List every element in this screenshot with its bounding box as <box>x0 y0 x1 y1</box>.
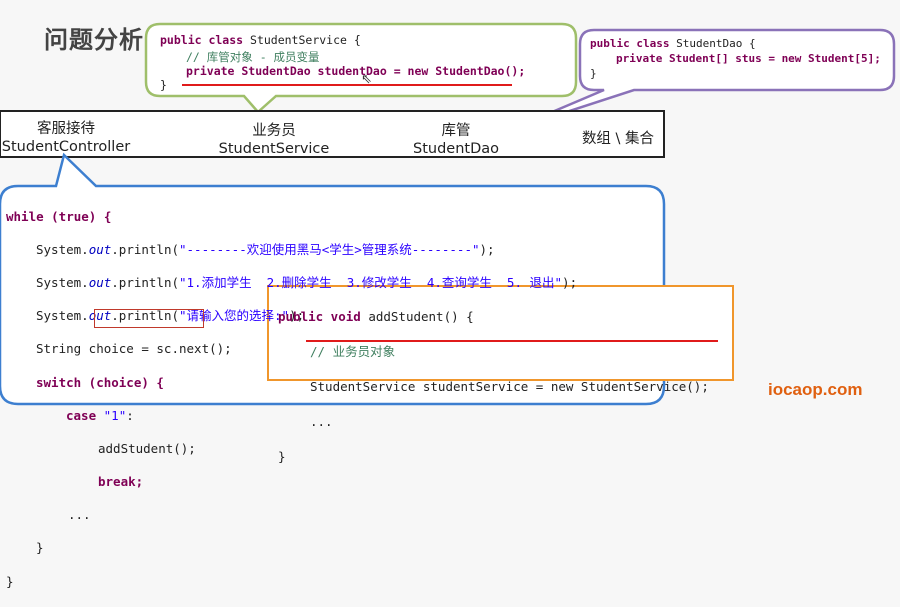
dao-layer-label: 库管 StudentDao <box>404 122 508 158</box>
dao-class-line: public class StudentDao { <box>590 37 756 50</box>
service-comment: // 库管对象 - 成员变量 <box>186 50 320 64</box>
controller-layer-label: 客服接待 StudentController <box>0 120 132 156</box>
code-line-print-1: System.out.println("--------欢迎使用黑马<学生>管理… <box>6 242 577 259</box>
service-field-underline <box>182 84 512 86</box>
add-student-signature-text: addStudent() { <box>368 308 474 324</box>
service-class-line: public class StudentService { <box>160 33 361 47</box>
add-student-code: public void addStudent() { // 业务员对象 Stud… <box>278 290 709 483</box>
service-class-text: StudentService { <box>250 33 361 47</box>
controller-layer-cn: 客服接待 <box>37 121 95 137</box>
dao-layer-cn: 库管 <box>441 123 471 139</box>
dao-field-line: private Student[] stus = new Student[5]; <box>616 52 881 65</box>
add-student-new-service-underline <box>306 340 718 342</box>
code-out-2: out <box>88 274 112 290</box>
code-line-while: while (true) { <box>6 209 577 226</box>
code-case-colon: : <box>126 407 134 423</box>
page-title: 问题分析 <box>44 26 144 54</box>
dao-class-text: StudentDao { <box>676 37 756 50</box>
add-student-ellipsis: ... <box>310 413 333 429</box>
code-line-close-switch: } <box>36 540 44 556</box>
data-layer-label: 数组 \ 集合 <box>581 131 655 147</box>
code-println-1: .println( <box>111 241 179 257</box>
add-student-signature: public void addStudent() { <box>278 308 474 324</box>
service-layer-label: 业务员 StudentService <box>214 122 334 158</box>
watermark-text: iocaop.com <box>768 380 863 399</box>
code-system-3: System. <box>36 308 89 324</box>
code-system-1: System. <box>36 241 89 257</box>
code-case-value: "1" <box>103 407 127 423</box>
code-welcome-string: "--------欢迎使用黑马<学生>管理系统--------" <box>179 241 480 257</box>
add-student-highlight <box>94 309 204 328</box>
service-layer-en: StudentService <box>218 141 330 157</box>
code-case-keyword: case <box>66 407 97 423</box>
code-line-close-while: } <box>6 573 14 589</box>
dao-layer-en: StudentDao <box>412 141 499 157</box>
service-field-line: private StudentDao studentDao = new Stud… <box>186 64 526 78</box>
code-end-1: ); <box>479 241 495 257</box>
service-layer-cn: 业务员 <box>252 123 296 139</box>
code-while-text: while (true) { <box>6 208 112 224</box>
dao-close-brace: } <box>590 67 597 80</box>
code-println-2: .println( <box>111 274 179 290</box>
add-student-new-service: StudentService studentService = new Stud… <box>310 378 709 394</box>
controller-layer-en: StudentController <box>1 139 131 155</box>
mouse-cursor-icon: ⇖ <box>361 72 372 87</box>
service-close-brace: } <box>160 78 167 92</box>
code-menu-string: "1.添加学生 2.删除学生 3.修改学生 4.查询学生 5. 退出" <box>179 274 563 290</box>
add-student-close: } <box>278 448 286 464</box>
code-line-ellipsis: ... <box>68 507 91 523</box>
code-out-1: out <box>88 241 112 257</box>
add-student-comment: // 业务员对象 <box>310 343 396 359</box>
code-system-2: System. <box>36 274 89 290</box>
code-end-2: ); <box>562 274 578 290</box>
